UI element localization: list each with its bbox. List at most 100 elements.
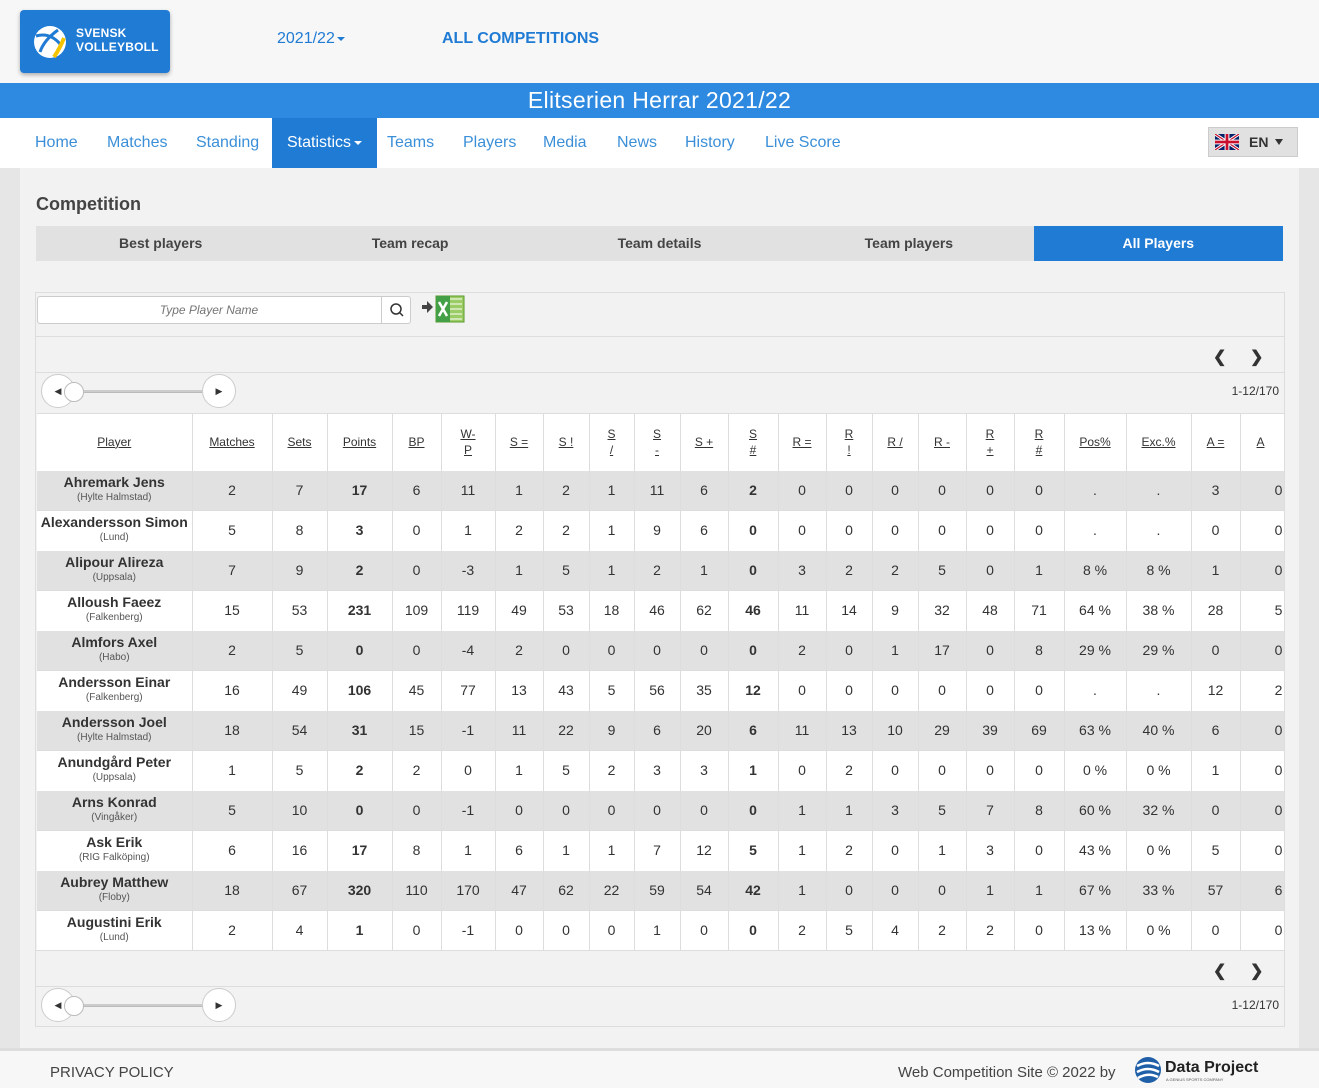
col-header[interactable]: S + — [680, 414, 729, 470]
col-header[interactable]: R - — [918, 414, 967, 470]
player-name[interactable]: Anundgård Peter — [37, 755, 192, 769]
col-header[interactable]: Pos% — [1064, 414, 1127, 470]
nav-news[interactable]: News — [617, 118, 657, 168]
nav-players[interactable]: Players — [463, 118, 516, 168]
player-cell[interactable]: Ahremark Jens (Hylte Halmstad) — [37, 469, 193, 510]
slider-handle[interactable] — [64, 996, 84, 1016]
tab-team-players[interactable]: Team players — [784, 226, 1033, 261]
stat-cell: 0 — [1014, 669, 1065, 710]
col-header[interactable]: R ! — [826, 414, 873, 470]
stats-table-wrapper[interactable]: Player Matches Sets Points BP W-P S = S … — [37, 413, 1284, 951]
stat-cell: 14 — [826, 589, 873, 630]
nav-history[interactable]: History — [685, 118, 735, 168]
col-header[interactable]: W-P — [441, 414, 496, 470]
col-header[interactable]: R / — [872, 414, 919, 470]
language-selector[interactable]: EN — [1208, 127, 1298, 157]
player-cell[interactable]: Almfors Axel (Habo) — [37, 629, 193, 670]
col-header[interactable]: S = — [495, 414, 544, 470]
col-header[interactable]: R = — [778, 414, 827, 470]
col-header[interactable]: S - — [634, 414, 681, 470]
player-cell[interactable]: Arns Konrad (Vingåker) — [37, 789, 193, 830]
col-header[interactable]: A — [1240, 414, 1284, 470]
search-button[interactable] — [381, 297, 411, 323]
stat-cell: 17 — [327, 469, 393, 510]
slider-track[interactable] — [72, 1004, 204, 1007]
chevron-left-icon[interactable]: ❮ — [1213, 961, 1226, 981]
player-name[interactable]: Ask Erik — [37, 835, 192, 849]
player-cell[interactable]: Alloush Faeez (Falkenberg) — [37, 589, 193, 630]
chevron-right-icon[interactable]: ❯ — [1250, 961, 1263, 981]
uk-flag-icon — [1215, 134, 1239, 150]
slider-handle[interactable] — [64, 382, 84, 402]
player-name[interactable]: Andersson Einar — [37, 675, 192, 689]
player-cell[interactable]: Andersson Joel (Hylte Halmstad) — [37, 709, 193, 750]
player-cell[interactable]: Augustini Erik (Lund) — [37, 909, 193, 950]
stat-cell: -3 — [441, 549, 496, 590]
all-competitions-link[interactable]: ALL COMPETITIONS — [442, 30, 599, 48]
nav-standing[interactable]: Standing — [196, 118, 259, 168]
col-header[interactable]: Exc.% — [1126, 414, 1192, 470]
player-cell[interactable]: Alexandersson Simon (Lund) — [37, 509, 193, 550]
player-cell[interactable]: Aubrey Matthew (Floby) — [37, 869, 193, 910]
col-header[interactable]: Matches — [192, 414, 273, 470]
stat-cell: 0 — [872, 669, 919, 710]
nav-media[interactable]: Media — [543, 118, 587, 168]
col-header[interactable]: Points — [327, 414, 393, 470]
player-cell[interactable]: Anundgård Peter (Uppsala) — [37, 749, 193, 790]
tab-best-players[interactable]: Best players — [36, 226, 285, 261]
col-header[interactable]: R # — [1014, 414, 1065, 470]
player-cell[interactable]: Ask Erik (RIG Falköping) — [37, 829, 193, 870]
nav-statistics[interactable]: Statistics — [272, 118, 378, 168]
svensk-volleyboll-logo[interactable]: SVENSK VOLLEYBOLL — [20, 10, 170, 73]
player-name[interactable]: Alexandersson Simon — [37, 515, 192, 529]
nav-live-score[interactable]: Live Score — [765, 118, 841, 168]
stat-cell: 29 % — [1126, 629, 1192, 670]
data-project-logo[interactable]: Data Project A GENIUS SPORTS COMPANY — [1134, 1056, 1259, 1084]
stat-cell: 8 % — [1126, 549, 1192, 590]
player-name[interactable]: Alloush Faeez — [37, 595, 192, 609]
stat-cell: 63 % — [1064, 709, 1127, 750]
season-dropdown[interactable]: 2021/22 — [277, 30, 345, 48]
col-header[interactable]: Sets — [272, 414, 328, 470]
player-name[interactable]: Andersson Joel — [37, 715, 192, 729]
col-header[interactable]: R + — [966, 414, 1015, 470]
stat-cell: 31 — [327, 709, 393, 750]
col-header[interactable]: A = — [1191, 414, 1241, 470]
col-header[interactable]: Player — [37, 414, 193, 470]
chevron-right-icon[interactable]: ❯ — [1250, 347, 1263, 367]
tab-all-players[interactable]: All Players — [1033, 226, 1283, 261]
col-header[interactable]: BP — [392, 414, 442, 470]
col-header[interactable]: S / — [589, 414, 635, 470]
privacy-policy-link[interactable]: PRIVACY POLICY — [50, 1064, 174, 1081]
player-name[interactable]: Almfors Axel — [37, 635, 192, 649]
stat-cell: 0 — [327, 789, 393, 830]
stat-cell: 2 — [392, 749, 442, 790]
stat-cell: 8 — [1014, 629, 1065, 670]
player-name[interactable]: Augustini Erik — [37, 915, 192, 929]
slider-track[interactable] — [72, 390, 204, 393]
player-name[interactable]: Alipour Alireza — [37, 555, 192, 569]
stat-cell: 0 — [872, 749, 919, 790]
stat-cell: 2 — [327, 549, 393, 590]
player-name[interactable]: Aubrey Matthew — [37, 875, 192, 889]
stat-cell: 13 % — [1064, 909, 1127, 950]
nav-teams[interactable]: Teams — [387, 118, 434, 168]
player-cell[interactable]: Andersson Einar (Falkenberg) — [37, 669, 193, 710]
stat-cell: 0 — [728, 909, 779, 950]
table-row: Alexandersson Simon (Lund) 5 8 3 0 1 2 2 1 9 6 0 0 0 0 0… — [37, 509, 1284, 550]
player-name[interactable]: Ahremark Jens — [37, 475, 192, 489]
nav-matches[interactable]: Matches — [107, 118, 167, 168]
player-search-input[interactable] — [38, 297, 380, 323]
player-cell[interactable]: Alipour Alireza (Uppsala) — [37, 549, 193, 590]
slider-right-button[interactable]: ▶ — [202, 988, 236, 1022]
col-header[interactable]: S # — [728, 414, 779, 470]
tab-team-recap[interactable]: Team recap — [285, 226, 534, 261]
col-header[interactable]: S ! — [543, 414, 590, 470]
slider-right-button[interactable]: ▶ — [202, 374, 236, 408]
nav-home[interactable]: Home — [35, 118, 78, 168]
tab-team-details[interactable]: Team details — [535, 226, 784, 261]
player-name[interactable]: Arns Konrad — [37, 795, 192, 809]
excel-export-icon[interactable] — [422, 295, 466, 323]
chevron-left-icon[interactable]: ❮ — [1213, 347, 1226, 367]
search-icon — [390, 303, 404, 317]
